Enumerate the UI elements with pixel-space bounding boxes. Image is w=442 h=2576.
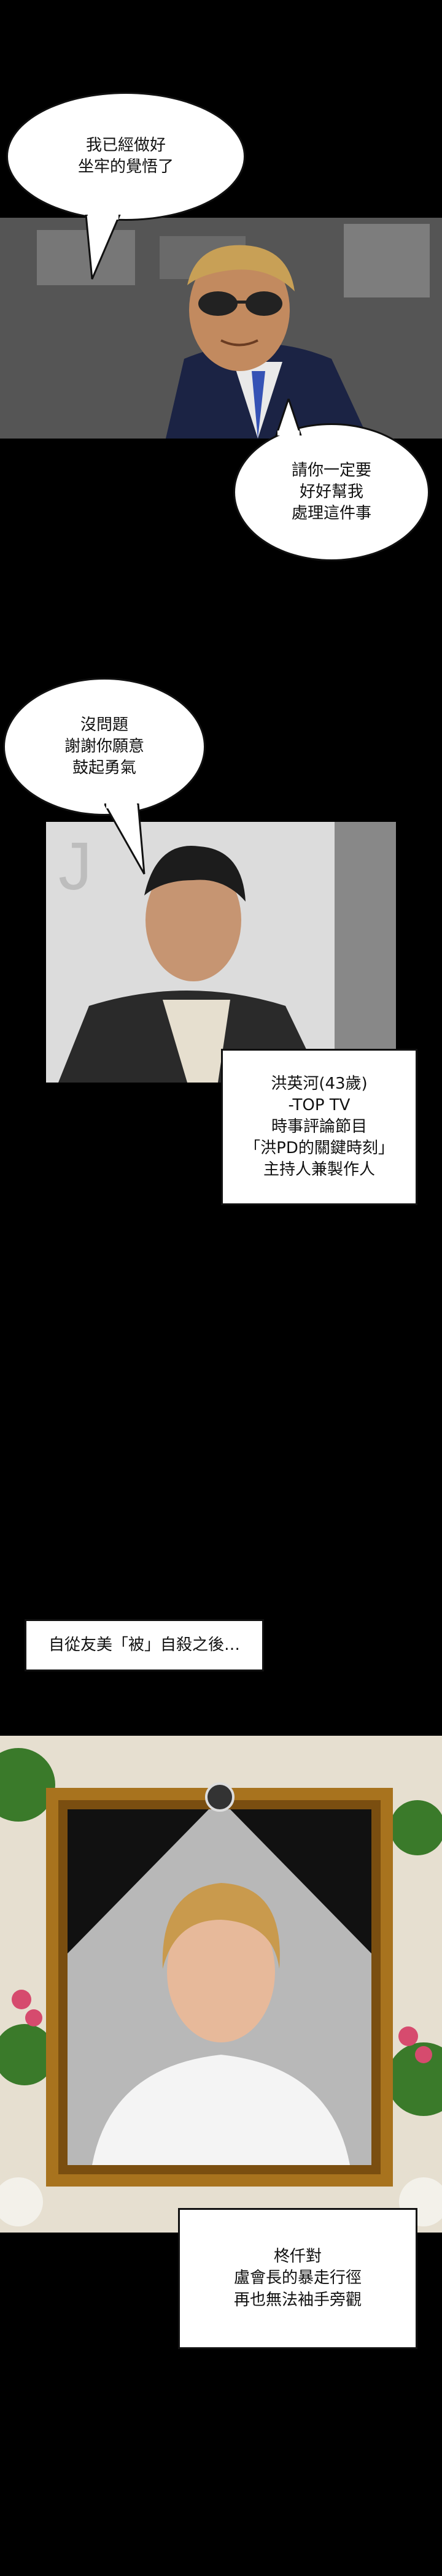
bubble-line: 謝謝你願意	[64, 737, 144, 756]
bubble-tail	[104, 803, 145, 875]
speech-bubble-no-problem: 沒問題 謝謝你願意 鼓起勇氣	[3, 678, 206, 816]
speech-bubble-request: 請你一定要 好好幫我 處理這件事	[233, 423, 430, 561]
svg-text:J: J	[58, 829, 92, 904]
bubble-line: 沒問題	[80, 715, 128, 734]
caption-line: 洪英河(43歲)	[271, 1074, 368, 1093]
office-man-illustration	[0, 218, 442, 439]
memorial-portrait-illustration	[0, 1736, 442, 2233]
bubble-tail	[85, 215, 121, 280]
narration-box: 自從友美「被」自殺之後…	[25, 1619, 264, 1671]
caption-line: 「洪PD的關鍵時刻」	[244, 1139, 394, 1158]
bubble-line: 請你一定要	[291, 461, 371, 480]
panel-office-man	[0, 218, 442, 439]
narration-line: 柊仟對	[273, 2247, 322, 2266]
speech-bubble-prison: 我已經做好 坐牢的覺悟了	[6, 92, 246, 221]
caption-line: -TOP TV	[288, 1095, 351, 1114]
caption-line: 時事評論節目	[271, 1117, 367, 1136]
bubble-line: 好好幫我	[299, 482, 363, 501]
bubble-line: 鼓起勇氣	[72, 759, 136, 778]
producer-illustration: J	[46, 822, 396, 1083]
bubble-line: 我已經做好	[85, 136, 166, 155]
narration-box-2: 柊仟對 盧會長的暴走行徑 再也無法袖手旁觀	[178, 2208, 417, 2349]
bubble-line: 坐牢的覺悟了	[77, 158, 174, 176]
bubble-tail	[275, 399, 302, 435]
panel-memorial-portrait	[0, 1736, 442, 2233]
bubble-line: 處理這件事	[291, 504, 371, 523]
producer-caption: 洪英河(43歲) -TOP TV 時事評論節目 「洪PD的關鍵時刻」 主持人兼製…	[221, 1049, 417, 1205]
caption-line: 主持人兼製作人	[263, 1160, 375, 1179]
narration-line: 盧會長的暴走行徑	[233, 2269, 362, 2288]
narration-line: 再也無法袖手旁觀	[233, 2290, 362, 2309]
panel-producer: J	[46, 822, 396, 1083]
narration-text: 自從友美「被」自殺之後…	[48, 1635, 240, 1654]
